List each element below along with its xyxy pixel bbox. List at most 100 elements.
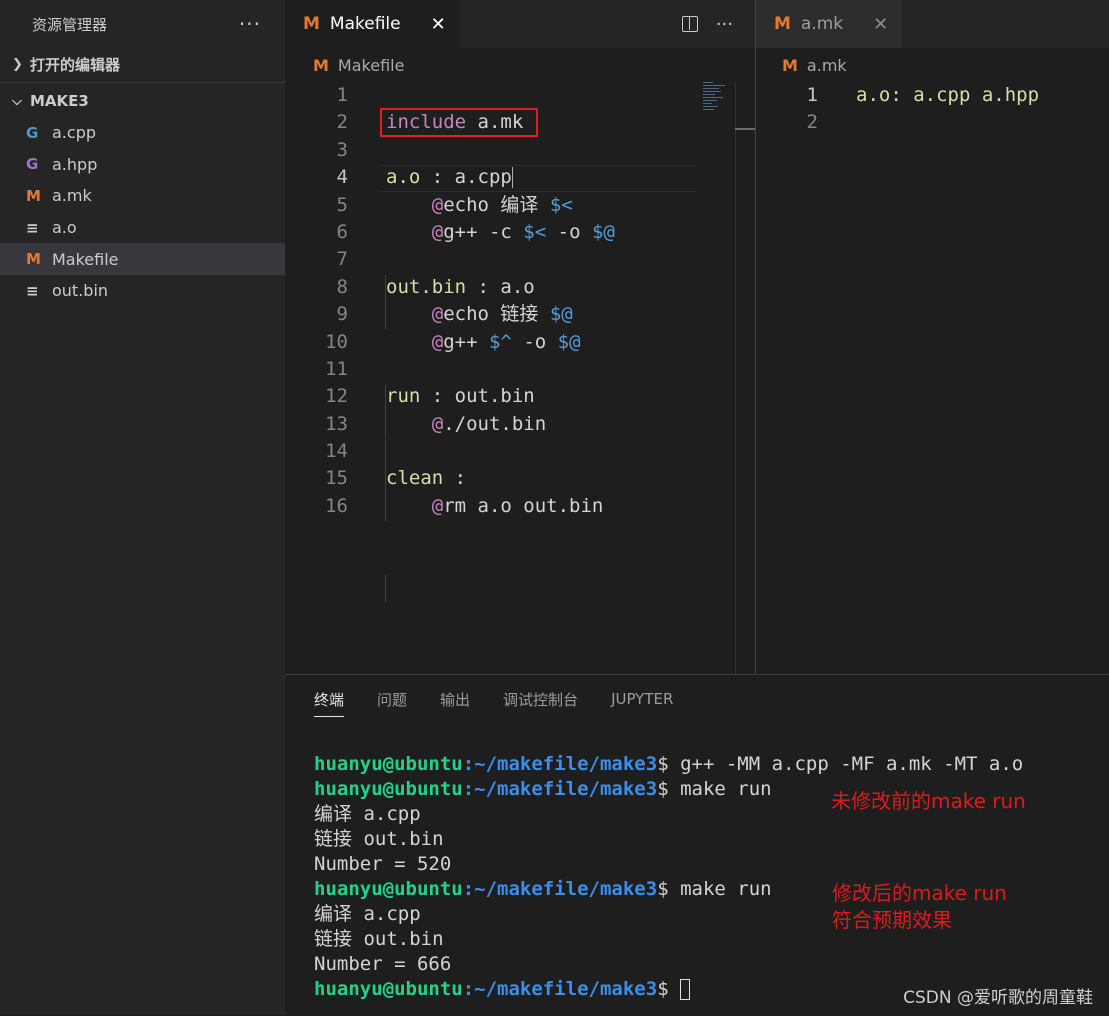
- text-file-icon: ≡: [26, 281, 39, 300]
- file-name: a.mk: [52, 186, 92, 206]
- line-number: 11: [325, 357, 348, 380]
- line-number: 6: [336, 220, 348, 243]
- code-line-4: a.o : a.cpp: [386, 166, 514, 189]
- line-number: 1: [806, 84, 818, 106]
- terminal-line: Number = 520: [314, 853, 452, 875]
- breadcrumb[interactable]: M Makefile: [285, 48, 755, 82]
- line-number: 1: [336, 84, 348, 106]
- close-icon[interactable]: ✕: [431, 14, 446, 35]
- code-line-16: @rm a.o out.bin: [431, 494, 604, 517]
- code-line-1: a.o: a.cpp a.hpp: [856, 84, 1040, 106]
- open-editors-label: 打开的编辑器: [30, 55, 121, 74]
- explorer-title: 资源管理器: [32, 15, 108, 34]
- explorer-sidebar: 资源管理器 ··· ❯ 打开的编辑器 ⌵ MAKE3 G a.cpp G a.h…: [0, 0, 285, 1015]
- vertical-scrollbar[interactable]: [735, 82, 756, 674]
- makefile-icon: M: [303, 14, 320, 34]
- watermark: CSDN @爱听歌的周童鞋: [903, 988, 1093, 1008]
- code-line-8: out.bin : a.o: [386, 275, 535, 298]
- tab-jupyter[interactable]: JUPYTER: [611, 690, 673, 708]
- file-name: a.cpp: [52, 123, 96, 143]
- tab-terminal[interactable]: 终端: [314, 689, 345, 717]
- line-number: 16: [325, 494, 348, 517]
- line-number: 4: [336, 166, 348, 189]
- minimap[interactable]: [703, 82, 735, 122]
- line-number: 12: [325, 385, 348, 408]
- hpp-file-icon: G: [26, 155, 39, 174]
- line-number: 2: [336, 111, 348, 134]
- scrollbar-thumb[interactable]: [735, 128, 755, 130]
- line-number: 8: [336, 275, 348, 298]
- code-line-2: include a.mk: [386, 111, 524, 134]
- terminal-line: Number = 666: [314, 953, 452, 975]
- more-actions-icon[interactable]: ···: [239, 12, 261, 36]
- line-number: 9: [336, 303, 348, 326]
- makefile-icon: M: [774, 14, 791, 34]
- editor-group-left: M Makefile ✕ ··· M Makefile 1 2 include a…: [285, 0, 755, 674]
- line-number: 15: [325, 467, 348, 490]
- annotation-note: 修改后的make run: [832, 881, 1007, 905]
- tab-bar: M a.mk ✕: [756, 0, 1109, 48]
- terminal-cursor: [680, 979, 691, 1000]
- split-editor-icon[interactable]: [681, 16, 698, 32]
- terminal-line: 链接 out.bin: [314, 828, 444, 850]
- file-name: Makefile: [52, 249, 119, 269]
- makefile-icon: M: [782, 55, 798, 75]
- makefile-icon: M: [26, 186, 41, 205]
- tab-a-mk[interactable]: M a.mk ✕: [756, 0, 903, 48]
- more-actions-icon[interactable]: ···: [716, 14, 733, 35]
- code-line-10: @g++ $^ -o $@: [431, 330, 581, 353]
- code-line-5: @echo 编译 $<: [431, 193, 573, 216]
- terminal-line: huanyu@ubuntu:~/makefile/make3$ g++ -MM …: [314, 753, 1024, 775]
- code-line-9: @echo 链接 $@: [431, 303, 573, 326]
- code-line-12: run : out.bin: [386, 385, 535, 408]
- close-icon[interactable]: ✕: [873, 14, 888, 35]
- code-editor[interactable]: 1 a.o: a.cpp a.hpp 2: [756, 82, 1109, 137]
- folder-section-make3[interactable]: ⌵ MAKE3: [0, 85, 285, 117]
- indent-guide: [385, 575, 386, 603]
- chevron-down-icon: ⌵: [12, 93, 22, 109]
- file-item-a-hpp[interactable]: G a.hpp: [0, 149, 285, 181]
- line-number: 13: [325, 412, 348, 435]
- breadcrumb[interactable]: M a.mk: [756, 48, 1109, 82]
- annotation-note: 未修改前的make run: [831, 789, 1026, 813]
- explorer-header: 资源管理器 ···: [0, 0, 285, 48]
- code-line-13: @./out.bin: [431, 412, 547, 435]
- breadcrumb-file: Makefile: [337, 55, 405, 75]
- file-item-a-cpp[interactable]: G a.cpp: [0, 117, 285, 149]
- bottom-panel: 终端 问题 输出 调试控制台 JUPYTER huanyu@ubuntu:~/m…: [285, 674, 1109, 1016]
- code-line-15: clean :: [386, 467, 467, 490]
- file-item-out-bin[interactable]: ≡ out.bin: [0, 275, 285, 307]
- chevron-right-icon: ❯: [12, 56, 23, 72]
- tab-bar: M Makefile ✕ ···: [285, 0, 755, 48]
- section-divider: [0, 82, 285, 83]
- code-line-6: @g++ -c $< -o $@: [431, 220, 615, 243]
- panel-tabs: 终端 问题 输出 调试控制台 JUPYTER: [285, 675, 1109, 723]
- editor-group-right: M a.mk ✕ M a.mk 1 a.o: a.cpp a.hpp 2: [756, 0, 1109, 674]
- file-name: a.o: [52, 218, 77, 238]
- annotation-note: 符合预期效果: [832, 908, 952, 932]
- line-number: 7: [336, 248, 348, 271]
- line-number: 14: [325, 440, 348, 463]
- file-name: a.hpp: [52, 154, 98, 174]
- file-item-a-mk[interactable]: M a.mk: [0, 180, 285, 212]
- folder-label: MAKE3: [30, 92, 89, 110]
- tab-label: a.mk: [800, 14, 844, 34]
- line-number: 10: [325, 330, 348, 353]
- tab-problems[interactable]: 问题: [377, 689, 407, 710]
- editor-actions: ···: [681, 0, 733, 48]
- tab-output[interactable]: 输出: [440, 689, 470, 710]
- text-cursor: [511, 167, 514, 189]
- open-editors-section[interactable]: ❯ 打开的编辑器: [0, 48, 285, 80]
- file-item-a-o[interactable]: ≡ a.o: [0, 212, 285, 244]
- code-editor[interactable]: 1 2 include a.mk 3 4 a.o : a.cpp 5 @echo 编…: [285, 82, 755, 603]
- tab-makefile[interactable]: M Makefile ✕: [285, 0, 460, 48]
- line-number: 2: [806, 111, 818, 134]
- text-file-icon: ≡: [26, 218, 39, 237]
- tab-label: Makefile: [329, 14, 401, 34]
- line-number: 3: [336, 138, 348, 161]
- line-number: 5: [336, 193, 348, 216]
- tab-debug-console[interactable]: 调试控制台: [503, 689, 578, 710]
- file-item-makefile[interactable]: M Makefile: [0, 243, 285, 275]
- file-name: out.bin: [52, 281, 109, 301]
- cpp-file-icon: G: [26, 123, 39, 142]
